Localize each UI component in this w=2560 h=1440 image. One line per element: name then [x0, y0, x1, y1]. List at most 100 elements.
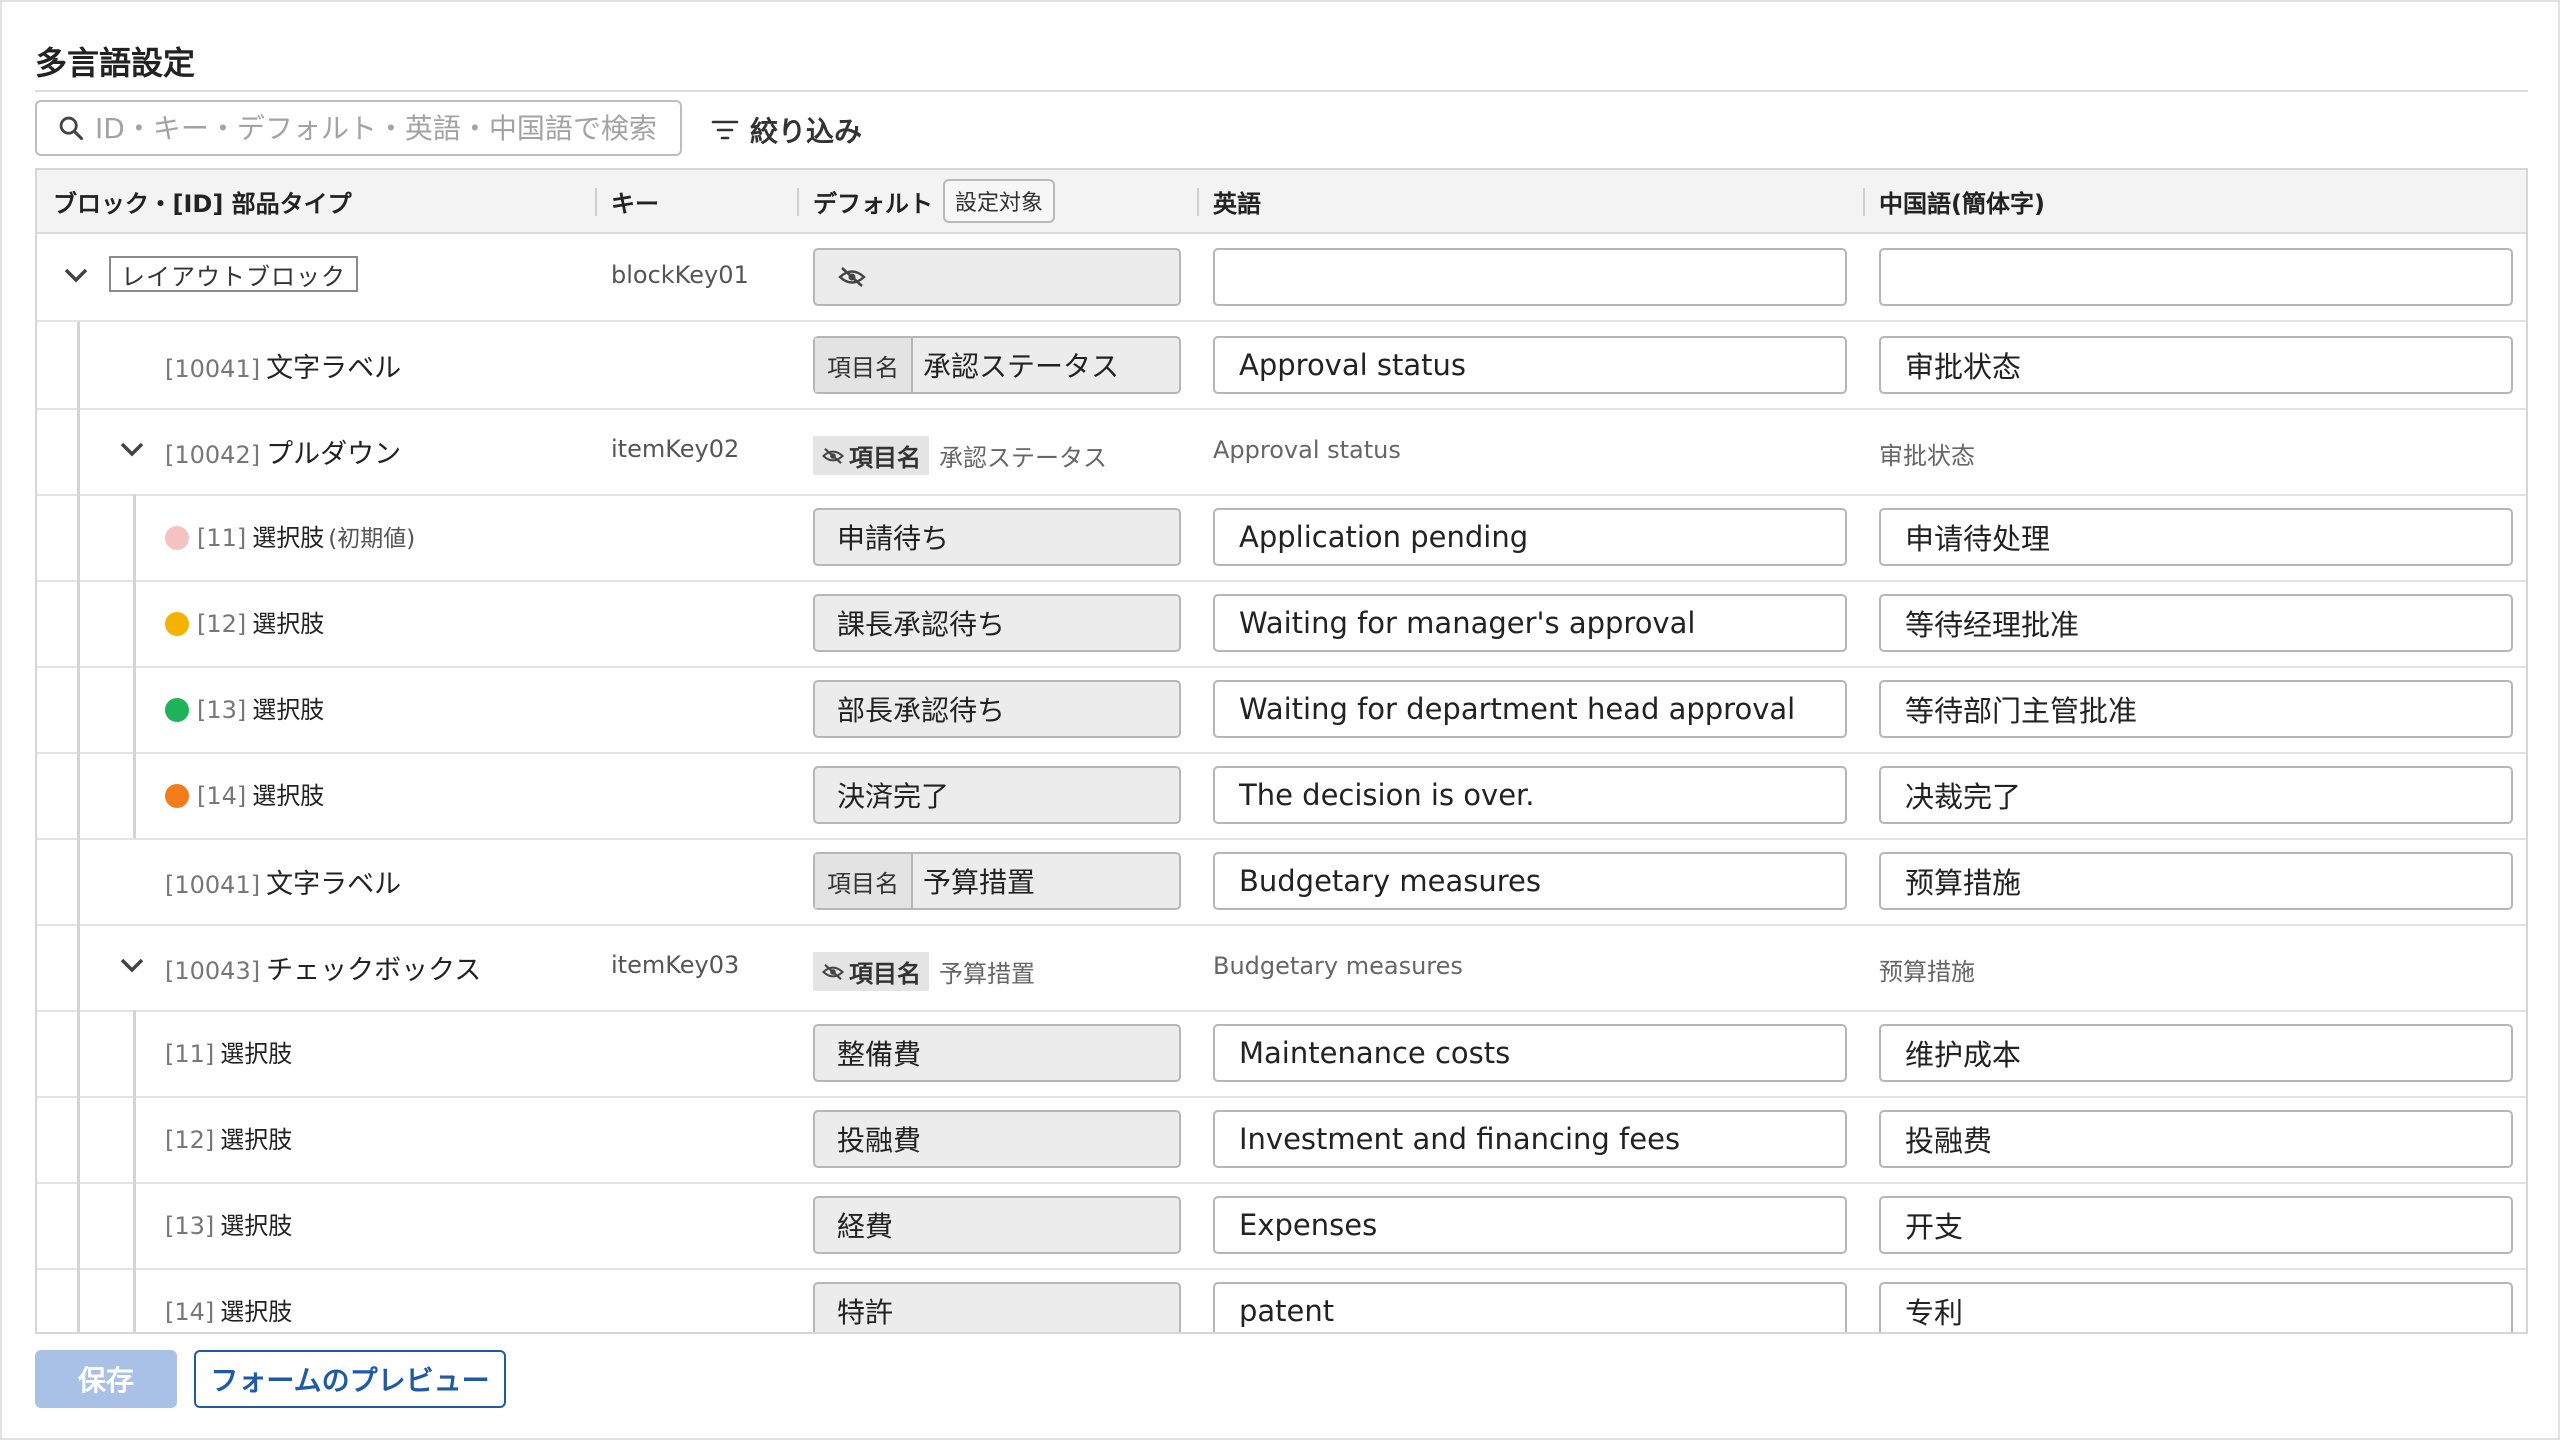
default-readonly: 項目名 予算措置 — [813, 952, 1035, 991]
part-name: 文字ラベル — [266, 353, 402, 384]
english-field[interactable] — [1213, 680, 1847, 738]
english-input[interactable] — [1237, 691, 1845, 727]
column-resize-handle[interactable] — [797, 188, 799, 216]
english-field[interactable] — [1213, 1282, 1847, 1332]
english-field[interactable] — [1213, 336, 1847, 394]
english-field[interactable] — [1213, 594, 1847, 652]
column-header-key: キー — [611, 189, 659, 218]
chevron-down-icon[interactable] — [117, 950, 147, 980]
default-field: 特許 — [813, 1282, 1181, 1332]
english-input[interactable] — [1237, 1207, 1845, 1243]
english-input[interactable] — [1237, 519, 1845, 555]
english-field[interactable] — [1213, 508, 1847, 566]
part-name: 文字ラベル — [266, 869, 402, 900]
chevron-down-icon[interactable] — [61, 260, 91, 290]
default-value: 予算措置 — [923, 866, 1036, 899]
chinese-input[interactable] — [1903, 259, 2511, 295]
english-field[interactable] — [1213, 1110, 1847, 1168]
english-input[interactable] — [1237, 1035, 1845, 1071]
default-value: 投融費 — [837, 1124, 922, 1157]
english-input[interactable] — [1237, 605, 1845, 641]
title-divider — [35, 90, 2528, 92]
chinese-field[interactable] — [1879, 852, 2513, 910]
chinese-field[interactable] — [1879, 336, 2513, 394]
tree-guide — [133, 1010, 136, 1096]
chinese-input[interactable] — [1903, 863, 2511, 899]
chinese-input[interactable] — [1903, 777, 2511, 813]
tree-guide — [77, 1010, 80, 1096]
default-value: 部長承認待ち — [837, 694, 1006, 727]
column-resize-handle[interactable] — [2527, 188, 2528, 216]
search-box[interactable] — [35, 100, 682, 156]
chinese-field[interactable] — [1879, 1282, 2513, 1332]
table-row: [10041] 文字ラベル 項目名 予算措置 — [37, 838, 2526, 926]
column-resize-handle[interactable] — [595, 188, 597, 216]
english-field[interactable] — [1213, 1196, 1847, 1254]
chinese-field[interactable] — [1879, 1196, 2513, 1254]
english-input[interactable] — [1237, 259, 1845, 295]
option-name: 選択肢 — [220, 1040, 293, 1068]
column-header-en: 英語 — [1213, 189, 1261, 218]
row-key: itemKey02 — [611, 435, 740, 463]
chinese-input[interactable] — [1903, 1293, 2511, 1329]
save-button[interactable]: 保存 — [35, 1350, 177, 1408]
tree-guide — [77, 752, 80, 838]
option-label: [12] 選択肢 — [197, 604, 324, 639]
chinese-field[interactable] — [1879, 248, 2513, 306]
tree-guide — [133, 1268, 136, 1332]
search-input[interactable] — [93, 110, 657, 146]
filter-icon — [711, 120, 739, 140]
option-label: [13] 選択肢 — [197, 690, 324, 725]
english-field[interactable] — [1213, 248, 1847, 306]
status-color-dot — [165, 698, 189, 722]
part-label: [10041] 文字ラベル — [165, 862, 401, 901]
form-preview-button[interactable]: フォームのプレビュー — [194, 1350, 506, 1408]
chinese-input[interactable] — [1903, 1207, 2511, 1243]
item-name-tag: 項目名 — [815, 854, 913, 908]
english-input[interactable] — [1237, 347, 1845, 383]
english-field[interactable] — [1213, 1024, 1847, 1082]
chinese-input[interactable] — [1903, 605, 2511, 641]
default-field: 整備費 — [813, 1024, 1181, 1082]
part-label: [10042] プルダウン — [165, 432, 401, 471]
chinese-input[interactable] — [1903, 691, 2511, 727]
option-id: [14] — [197, 782, 247, 810]
column-resize-handle[interactable] — [1197, 188, 1199, 216]
english-input[interactable] — [1237, 1121, 1845, 1157]
part-id: [10041] — [165, 871, 261, 899]
hidden-item-tag: 項目名 — [813, 436, 929, 475]
option-name: 選択肢 — [220, 1126, 293, 1154]
chinese-input[interactable] — [1903, 1035, 2511, 1071]
english-input[interactable] — [1237, 777, 1845, 813]
english-input[interactable] — [1237, 863, 1845, 899]
chinese-field[interactable] — [1879, 1110, 2513, 1168]
chinese-field[interactable] — [1879, 766, 2513, 824]
chinese-input[interactable] — [1903, 519, 2511, 555]
column-resize-handle[interactable] — [1863, 188, 1865, 216]
chinese-field[interactable] — [1879, 680, 2513, 738]
filter-button[interactable]: 絞り込み — [710, 110, 862, 150]
chinese-field[interactable] — [1879, 1024, 2513, 1082]
chinese-input[interactable] — [1903, 347, 2511, 383]
option-id: [14] — [165, 1298, 215, 1326]
chinese-input[interactable] — [1903, 1121, 2511, 1157]
hidden-item-tag: 項目名 — [813, 952, 929, 991]
tree-guide — [77, 322, 80, 408]
column-header-default: デフォルト 設定対象 — [813, 170, 1056, 232]
table-row: [10043] チェックボックス itemKey03 項目名 予算措置 Budge… — [37, 924, 2526, 1012]
tree-guide — [77, 1268, 80, 1332]
english-input[interactable] — [1237, 1293, 1845, 1329]
chinese-field[interactable] — [1879, 508, 2513, 566]
target-badge[interactable]: 設定対象 — [943, 179, 1056, 223]
translation-table: ブロック・[ID] 部品タイプ キー デフォルト 設定対象 英語 中国語(簡体字… — [35, 168, 2528, 1334]
english-field[interactable] — [1213, 766, 1847, 824]
column-header-block: ブロック・[ID] 部品タイプ — [53, 189, 352, 218]
tree-guide — [133, 752, 136, 838]
chinese-field[interactable] — [1879, 594, 2513, 652]
default-field: 項目名 予算措置 — [813, 852, 1181, 910]
chevron-down-icon[interactable] — [117, 434, 147, 464]
option-id: [11] — [197, 524, 247, 552]
item-name-tag: 項目名 — [849, 960, 921, 988]
english-field[interactable] — [1213, 852, 1847, 910]
english-readonly: Budgetary measures — [1213, 952, 1463, 980]
